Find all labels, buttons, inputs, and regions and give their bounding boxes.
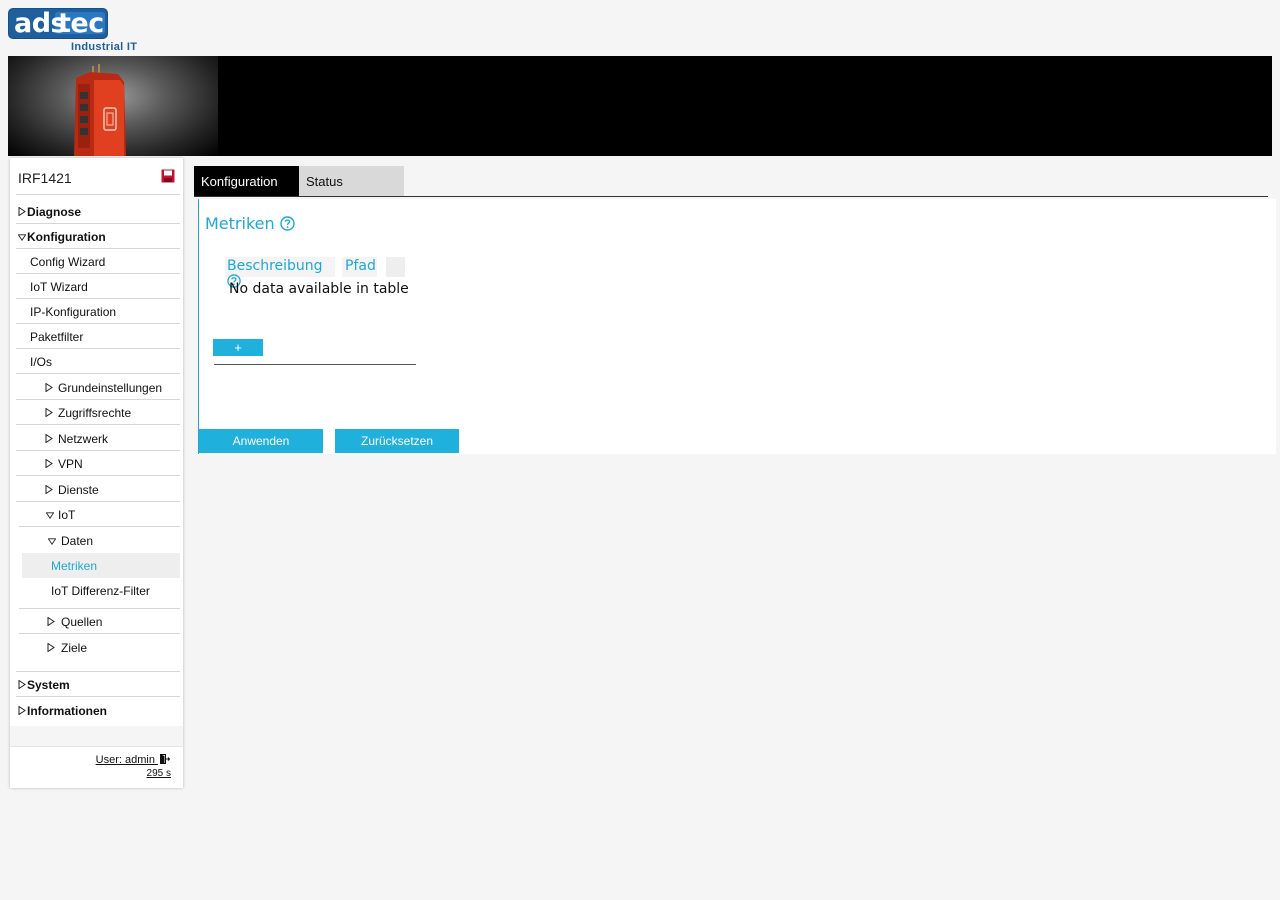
save-icon[interactable] <box>161 169 175 183</box>
sidebar-item-iot-wizard[interactable]: IoT Wizard <box>16 274 180 299</box>
expand-right-icon <box>18 706 26 715</box>
sidebar-item-config-wizard[interactable]: Config Wizard <box>16 249 180 274</box>
expand-right-icon <box>45 408 53 417</box>
sidebar-item-system[interactable]: System <box>16 672 180 697</box>
sidebar-item-quellen[interactable]: Quellen <box>19 609 180 634</box>
sidebar: IRF1421 Diagnose Konfiguration Config Wi… <box>10 158 183 788</box>
sidebar-item-paketfilter[interactable]: Paketfilter <box>16 324 180 349</box>
sidebar-item-informationen[interactable]: Informationen <box>16 698 180 723</box>
sidebar-item-dienste[interactable]: Dienste <box>16 477 180 502</box>
sidebar-item-netzwerk[interactable]: Netzwerk <box>16 426 180 451</box>
add-row-button[interactable]: + <box>213 339 263 356</box>
help-icon[interactable] <box>280 216 295 231</box>
user-logout-link[interactable]: User: admin <box>96 754 170 766</box>
device-image <box>74 64 126 156</box>
page-title: Metriken <box>205 214 295 233</box>
main-panel: Metriken Beschreibung Pfad No data avail… <box>198 199 1276 454</box>
logo-text-tec: tec <box>58 8 104 39</box>
sidebar-item-daten[interactable]: Daten <box>22 528 180 553</box>
sidebar-item-ios[interactable]: I/Os <box>16 349 180 374</box>
column-header-actions <box>386 257 405 277</box>
expand-right-icon <box>47 643 55 652</box>
sidebar-item-zugriffsrechte[interactable]: Zugriffsrechte <box>16 400 180 425</box>
logo-mark: ads tec <box>8 8 108 39</box>
reset-button[interactable]: Zurücksetzen <box>335 429 459 453</box>
expand-right-icon <box>18 207 26 216</box>
expand-right-icon <box>18 680 26 689</box>
expand-down-icon <box>46 512 54 519</box>
tab-status[interactable]: Status <box>299 166 404 196</box>
sidebar-item-diagnose[interactable]: Diagnose <box>16 199 180 224</box>
expand-down-icon <box>18 234 26 241</box>
sidebar-item-iot[interactable]: IoT <box>19 502 180 527</box>
column-header-beschreibung[interactable]: Beschreibung <box>225 257 335 288</box>
device-name: IRF1421 <box>18 170 72 186</box>
column-header-pfad[interactable]: Pfad <box>342 257 377 277</box>
logout-icon <box>160 754 170 764</box>
sidebar-item-ip-konfiguration[interactable]: IP-Konfiguration <box>16 299 180 324</box>
expand-right-icon <box>47 617 55 626</box>
sidebar-item-grundeinstellungen[interactable]: Grundeinstellungen <box>16 375 180 400</box>
expand-right-icon <box>45 485 53 494</box>
sidebar-item-konfiguration[interactable]: Konfiguration <box>16 224 180 249</box>
sidebar-item-metriken[interactable]: Metriken <box>22 553 180 578</box>
tab-bar: Konfiguration Status <box>194 166 1268 197</box>
page-title-text: Metriken <box>205 214 275 233</box>
table-empty-message: No data available in table <box>229 281 409 297</box>
logo-tagline: Industrial IT <box>71 41 138 53</box>
tab-konfiguration[interactable]: Konfiguration <box>194 166 299 196</box>
apply-button[interactable]: Anwenden <box>199 429 323 453</box>
expand-right-icon <box>45 434 53 443</box>
sidebar-item-vpn[interactable]: VPN <box>16 451 180 476</box>
header-banner <box>8 56 1272 156</box>
expand-right-icon <box>45 383 53 392</box>
expand-down-icon <box>48 538 56 545</box>
expand-right-icon <box>45 459 53 468</box>
session-timer[interactable]: 295 s <box>147 768 171 779</box>
column-label-beschreibung: Beschreibung <box>227 258 323 274</box>
adstec-logo: ads tec Industrial IT <box>8 8 138 54</box>
sidebar-item-ziele[interactable]: Ziele <box>19 635 180 660</box>
sidebar-item-iot-differenz-filter[interactable]: IoT Differenz-Filter <box>22 578 180 603</box>
user-label: User: admin <box>95 754 155 766</box>
